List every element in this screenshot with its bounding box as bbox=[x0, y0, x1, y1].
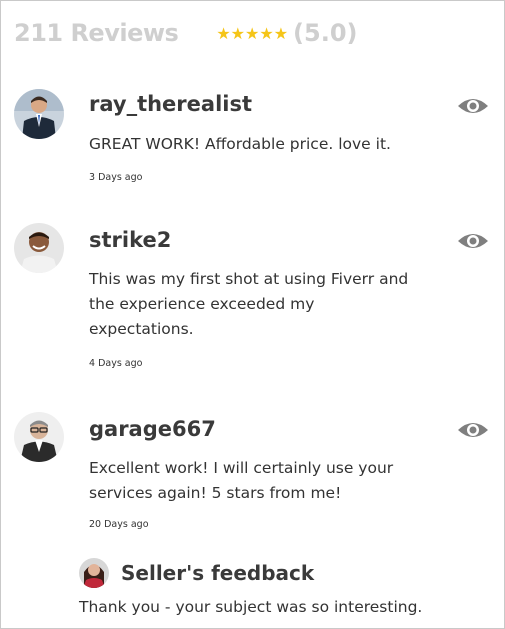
reviews-panel: 211 Reviews ★★★★★ (5.0) ray_therealist G… bbox=[0, 0, 505, 629]
review-count: 211 Reviews bbox=[14, 19, 179, 47]
review-date: 4 Days ago bbox=[89, 358, 143, 369]
reviews-header: 211 Reviews ★★★★★ (5.0) bbox=[14, 19, 358, 47]
seller-feedback-text: Thank you - your subject was so interest… bbox=[79, 598, 423, 616]
user-avatar[interactable] bbox=[14, 223, 64, 273]
review-username[interactable]: strike2 bbox=[89, 228, 171, 252]
review-date: 20 Days ago bbox=[89, 519, 149, 530]
seller-avatar bbox=[79, 558, 109, 588]
review-username[interactable]: ray_therealist bbox=[89, 92, 252, 116]
eye-icon[interactable] bbox=[457, 95, 489, 117]
eye-icon[interactable] bbox=[457, 419, 489, 441]
review-text: This was my first shot at using Fiverr a… bbox=[89, 270, 409, 338]
review-text: Excellent work! I will certainly use you… bbox=[89, 459, 394, 502]
eye-icon[interactable] bbox=[457, 230, 489, 252]
review-text: GREAT WORK! Affordable price. love it. bbox=[89, 135, 391, 153]
rating-score: (5.0) bbox=[293, 19, 358, 47]
review-date: 3 Days ago bbox=[89, 172, 143, 183]
seller-feedback-title: Seller's feedback bbox=[121, 561, 315, 585]
user-avatar[interactable] bbox=[14, 89, 64, 139]
user-avatar[interactable] bbox=[14, 412, 64, 462]
review-username[interactable]: garage667 bbox=[89, 417, 216, 441]
rating-stars: ★★★★★ bbox=[216, 26, 289, 43]
